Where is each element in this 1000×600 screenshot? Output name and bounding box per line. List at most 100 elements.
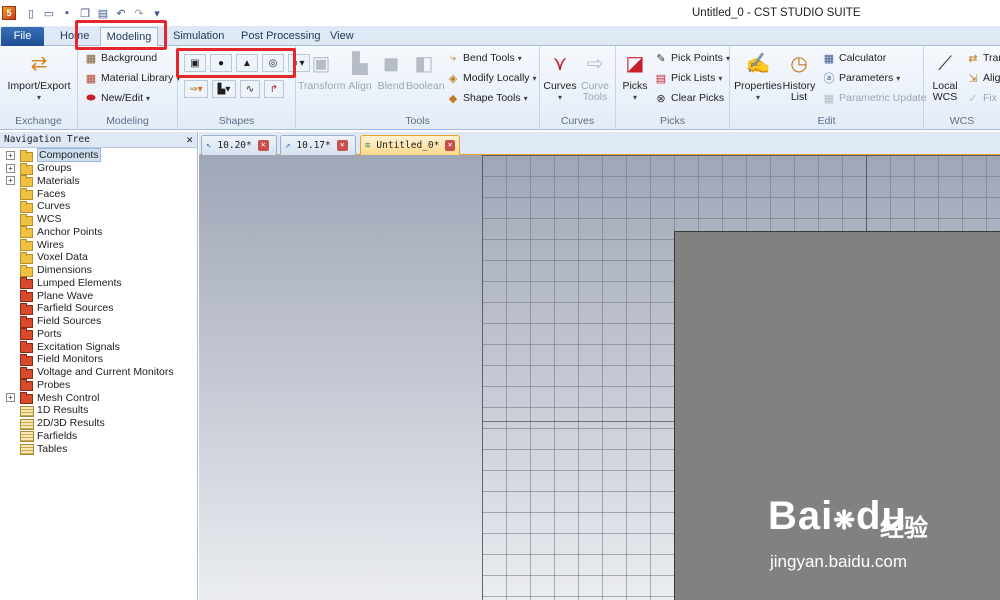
brick-icon[interactable]: ▣ (184, 54, 206, 72)
tab-simulation[interactable]: Simulation (173, 28, 224, 46)
wcs-transform-button[interactable]: ⇄ Tran (966, 50, 1000, 66)
close-icon[interactable]: ✕ (336, 140, 348, 151)
tree-item[interactable]: Lumped Elements (0, 277, 197, 290)
close-icon[interactable]: ✕ (257, 140, 269, 151)
wcs-transform-icon: ⇄ (968, 52, 978, 65)
close-icon[interactable]: ✕ (186, 132, 193, 148)
tree-item[interactable]: + Materials (0, 175, 197, 188)
tree-item[interactable]: + Components (0, 148, 197, 163)
curve-tools-button[interactable]: ⇨ Curve Tools (578, 50, 612, 103)
new-file-icon[interactable]: ▯ (24, 6, 38, 20)
redo-icon[interactable]: ↷ (132, 6, 146, 20)
tree-item[interactable]: Voxel Data (0, 251, 197, 264)
new-edit-button[interactable]: ⬬ New/Edit ▾ (84, 90, 150, 106)
properties-button[interactable]: ✍ Properties ▾ (734, 50, 782, 103)
expand-icon[interactable]: + (6, 393, 15, 403)
transform-button[interactable]: ▣ Transform (298, 50, 345, 92)
parameters-button[interactable]: ⓐ Parameters ▾ (822, 70, 901, 86)
align-button[interactable]: ▙ Align (344, 50, 376, 92)
print-icon[interactable]: ▤ (96, 6, 110, 20)
shape-tools-button[interactable]: ◆ Shape Tools ▾ (446, 90, 528, 106)
tree-item[interactable]: Field Sources (0, 315, 197, 328)
history-list-button[interactable]: ◷ History List (782, 50, 816, 103)
tree-item[interactable]: Plane Wave (0, 289, 197, 303)
expand-icon[interactable]: + (6, 176, 15, 186)
customize-qat-icon[interactable]: ▾ (150, 6, 164, 20)
solid-brick[interactable] (674, 231, 1000, 600)
expand-icon[interactable]: + (6, 163, 15, 173)
parametric-update-button[interactable]: ▦ Parametric Update (822, 90, 927, 106)
blend-button[interactable]: ◼ Blend (376, 50, 406, 92)
doc-tab-untitled-0[interactable]: ≋ Untitled_0* ✕ (360, 135, 460, 155)
tree-item[interactable]: 1D Results (0, 404, 197, 417)
tree-item[interactable]: + Mesh Control (0, 391, 197, 405)
bend-tools-button[interactable]: ⤷ Bend Tools ▾ (446, 50, 522, 66)
doc-tab-10-17[interactable]: ↗ 10.17* ✕ (280, 135, 356, 155)
pick-points-button[interactable]: ✎ Pick Points ▾ (654, 50, 730, 66)
extrude-icon[interactable]: ⇒▾ (184, 80, 208, 98)
cone-icon[interactable]: ▲ (236, 54, 258, 72)
app-logo-icon[interactable]: 5 (2, 6, 16, 20)
tab-modeling[interactable]: Modeling (100, 27, 158, 47)
tree-item[interactable]: Farfields (0, 430, 197, 443)
folder-icon (19, 162, 33, 175)
save-icon[interactable]: ▪ (60, 6, 74, 20)
curves-button[interactable]: ⋎ Curves ▾ (542, 50, 578, 103)
rotate-icon[interactable]: ▙▾ (212, 80, 236, 98)
background-button[interactable]: ▦ Background (84, 50, 157, 66)
shape-operations-row: ⇒▾ ▙▾ ∿ ↱ (184, 80, 284, 98)
torus-icon[interactable]: ◎ (262, 54, 284, 72)
tree-item-label: 2D/3D Results (37, 417, 105, 430)
modify-locally-button[interactable]: ◈ Modify Locally ▾ (446, 70, 537, 86)
undo-icon[interactable]: ↶ (114, 6, 128, 20)
tree-item[interactable]: + Groups (0, 162, 197, 175)
tree-item[interactable]: Ports (0, 328, 197, 341)
import-export-button[interactable]: ⇄ Import/Export ▾ (6, 50, 72, 103)
open-folder-icon[interactable]: ▭ (42, 6, 56, 20)
new-edit-label: New/Edit (101, 92, 144, 104)
doc-tab-10-20[interactable]: ↖ 10.20* ✕ (201, 135, 277, 155)
folder-icon (19, 175, 33, 188)
tree-item[interactable]: Tables (0, 442, 197, 456)
sphere-icon[interactable]: ● (210, 54, 232, 72)
3d-viewport[interactable] (199, 155, 1000, 600)
project-icon: ↖ (206, 140, 212, 151)
tree-item[interactable]: Probes (0, 379, 197, 392)
tree-item[interactable]: Wires (0, 238, 197, 252)
wcs-fix-button[interactable]: ✓ Fix V (966, 90, 1000, 106)
tree-item[interactable]: 2D/3D Results (0, 417, 197, 430)
tab-home[interactable]: Home (60, 28, 89, 46)
tree-item[interactable]: Faces (0, 187, 197, 201)
expand-icon[interactable]: + (6, 150, 15, 160)
tab-file[interactable]: File (1, 27, 44, 46)
tab-post-processing[interactable]: Post Processing (241, 28, 320, 46)
tree-item[interactable]: Anchor Points (0, 226, 197, 239)
tree-item[interactable]: Curves (0, 200, 197, 213)
chevron-down-icon: ▾ (632, 93, 637, 102)
clear-picks-button[interactable]: ⊗ Clear Picks (654, 90, 724, 106)
align-icon: ▙ (352, 52, 368, 75)
material-library-button[interactable]: ▦ Material Library ▾ (84, 70, 181, 86)
sweep-icon[interactable]: ↱ (264, 80, 284, 98)
picks-button[interactable]: ◪ Picks ▾ (618, 50, 652, 103)
close-icon[interactable]: ✕ (445, 140, 455, 151)
primitive-shapes-row: ▣ ● ▲ ◎ ◐▾ (184, 54, 310, 72)
loft-icon[interactable]: ∿ (240, 80, 260, 98)
tree-item[interactable]: Field Monitors (0, 353, 197, 366)
import-export-label: Import/Export (7, 80, 71, 92)
clear-picks-label: Clear Picks (671, 92, 725, 104)
calculator-button[interactable]: ▦ Calculator (822, 50, 886, 66)
local-wcs-button[interactable]: ⟋ Local WCS (926, 50, 964, 103)
parametric-update-icon: ▦ (823, 92, 835, 105)
pick-lists-button[interactable]: ▤ Pick Lists ▾ (654, 70, 723, 86)
tree-item-label: Farfield Sources (37, 302, 114, 315)
copy-icon[interactable]: ❐ (78, 6, 92, 20)
tree-item[interactable]: Excitation Signals (0, 340, 197, 354)
tab-view[interactable]: View (330, 28, 354, 46)
tree-item[interactable]: Dimensions (0, 264, 197, 277)
wcs-align-button[interactable]: ⇲ Alig (966, 70, 1000, 86)
tree-item[interactable]: Voltage and Current Monitors (0, 366, 197, 379)
tree-item[interactable]: Farfield Sources (0, 302, 197, 315)
boolean-button[interactable]: ◧ Boolean (406, 50, 445, 92)
tree-item[interactable]: WCS (0, 213, 197, 226)
